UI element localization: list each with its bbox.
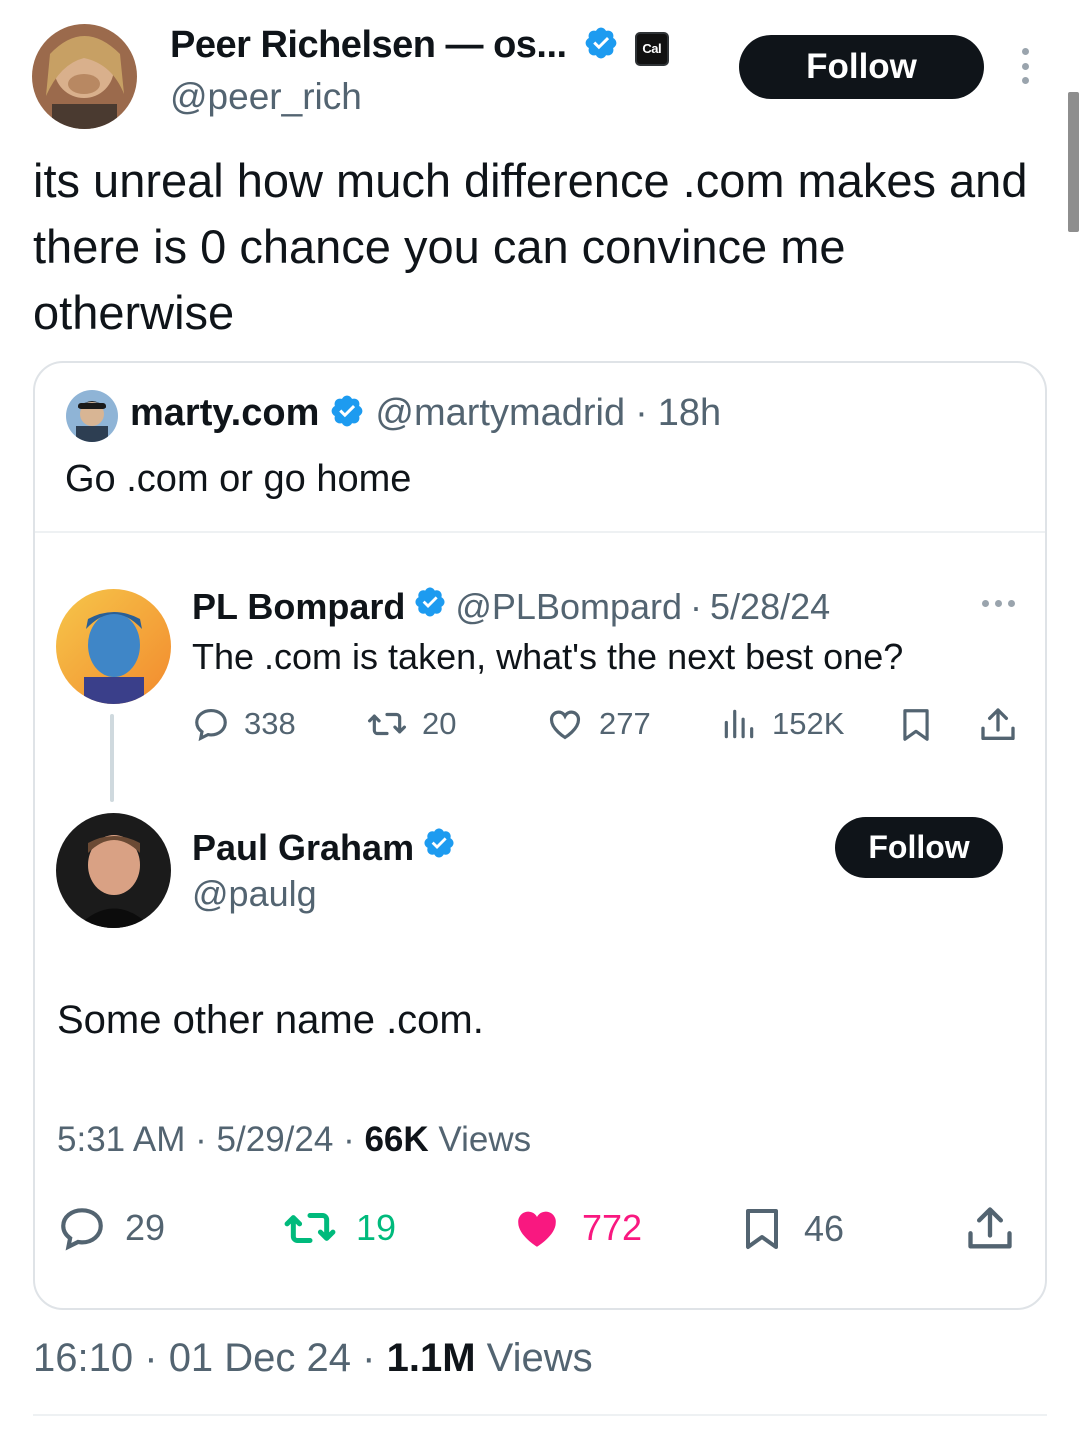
separator-dot: ·	[195, 1120, 207, 1159]
reply-follow-button-label: Follow	[868, 829, 970, 865]
views-icon	[720, 705, 758, 743]
separator-dot: ·	[144, 1336, 158, 1380]
like-icon	[510, 1203, 564, 1253]
reply-author-avatar[interactable]	[56, 813, 171, 928]
parent-text: The .com is taken, what's the next best …	[192, 636, 904, 677]
thread-line	[110, 714, 114, 802]
reply-bookmarks-count: 46	[804, 1208, 845, 1249]
quoted-age[interactable]: 18h	[658, 392, 721, 435]
reply-author-handle[interactable]: @paulg	[192, 873, 317, 915]
tweet-time[interactable]: 16:10	[33, 1336, 133, 1380]
parent-like-stat[interactable]: 277	[545, 705, 651, 743]
affiliate-badge-label: Cal	[642, 41, 662, 56]
reply-replies-count: 29	[125, 1207, 166, 1248]
verified-badge-icon	[329, 393, 365, 434]
repost-icon	[366, 705, 408, 743]
tweet-text: its unreal how much difference .com make…	[33, 154, 1028, 339]
quoted-text: Go .com or go home	[65, 458, 412, 500]
tweet-meta: 16:10 · 01 Dec 24 · 1.1M Views	[33, 1336, 593, 1381]
reply-header: Paul Graham	[192, 826, 456, 869]
reply-follow-button[interactable]: Follow	[835, 817, 1003, 878]
main-author-name[interactable]: Peer Richelsen — os...	[170, 24, 567, 66]
reply-time[interactable]: 5:31 AM	[57, 1120, 185, 1159]
parent-likes-count: 277	[599, 706, 651, 741]
parent-header: PL Bompard @PLBompard · 5/28/24	[192, 585, 830, 628]
parent-views-stat[interactable]: 152K	[720, 705, 844, 743]
reply-reposts-count: 19	[356, 1207, 397, 1248]
bookmark-icon	[738, 1203, 786, 1255]
more-options-icon[interactable]	[1018, 48, 1032, 84]
share-icon[interactable]	[964, 1203, 1016, 1255]
reply-views-label: Views	[438, 1120, 532, 1159]
reply-author-name[interactable]: Paul Graham	[192, 827, 414, 869]
parent-author-handle[interactable]: @PLBompard	[455, 586, 682, 628]
reply-text: Some other name .com.	[57, 998, 484, 1042]
scrollbar[interactable]	[1068, 92, 1079, 232]
reply-date[interactable]: 5/29/24	[217, 1120, 334, 1159]
tweet-views-label: Views	[486, 1336, 593, 1380]
parent-views-count: 152K	[772, 706, 845, 741]
reply-likes-count: 772	[582, 1207, 643, 1248]
bookmark-icon[interactable]	[897, 705, 935, 745]
verified-badge-icon	[413, 585, 447, 628]
main-author-avatar[interactable]	[32, 24, 137, 129]
parent-more-options-icon[interactable]	[982, 600, 1015, 607]
reply-meta: 5:31 AM · 5/29/24 · 66K Views	[57, 1120, 531, 1160]
divider	[35, 531, 1045, 533]
tweet-date[interactable]: 01 Dec 24	[169, 1336, 351, 1380]
parent-date[interactable]: 5/28/24	[710, 586, 830, 628]
follow-button[interactable]: Follow	[739, 35, 984, 99]
repost-icon	[282, 1203, 338, 1253]
quoted-author-handle[interactable]: @martymadrid	[375, 392, 625, 435]
verified-badge-icon	[422, 826, 456, 869]
divider	[33, 1414, 1047, 1416]
main-author-name-row: Peer Richelsen — os... Cal	[170, 24, 669, 71]
like-icon	[545, 705, 585, 743]
verified-badge-icon	[583, 25, 619, 71]
reply-views-count: 66K	[364, 1120, 429, 1159]
reply-repost-stat[interactable]: 19	[282, 1203, 396, 1253]
separator-dot: ·	[343, 1120, 355, 1159]
follow-button-label: Follow	[806, 47, 917, 86]
parent-repost-stat[interactable]: 20	[366, 705, 456, 743]
reply-icon	[57, 1203, 107, 1253]
reply-icon	[192, 705, 230, 743]
reply-reply-stat[interactable]: 29	[57, 1203, 165, 1253]
parent-reposts-count: 20	[422, 706, 457, 741]
parent-reply-stat[interactable]: 338	[192, 705, 296, 743]
separator-dot: ·	[635, 392, 648, 434]
quoted-header: marty.com @martymadrid · 18h	[130, 392, 721, 435]
reply-bookmark-stat[interactable]: 46	[738, 1203, 844, 1255]
parent-replies-count: 338	[244, 706, 296, 741]
main-author-handle[interactable]: @peer_rich	[170, 76, 362, 118]
separator-dot: ·	[362, 1336, 376, 1380]
share-icon[interactable]	[978, 705, 1018, 745]
tweet-views-count: 1.1M	[386, 1336, 476, 1380]
quoted-author-name[interactable]: marty.com	[130, 392, 319, 435]
separator-dot: ·	[690, 585, 703, 627]
parent-author-name[interactable]: PL Bompard	[192, 586, 405, 628]
reply-like-stat[interactable]: 772	[510, 1203, 642, 1253]
parent-author-avatar[interactable]	[56, 589, 171, 704]
affiliate-badge[interactable]: Cal	[634, 31, 669, 66]
quoted-author-avatar[interactable]	[66, 390, 118, 442]
